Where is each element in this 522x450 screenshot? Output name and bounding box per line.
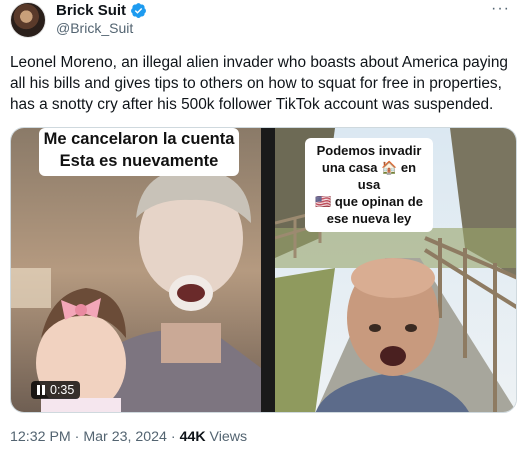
tweet-meta: 12:32 PM · Mar 23, 2024 · 44K Views [10, 429, 247, 445]
caption-line: Esta es nuevamente [59, 152, 219, 170]
caption-line: Podemos invadir [316, 143, 422, 158]
media-grid: Me cancelaron la cuenta Esta es nuevamen… [10, 127, 517, 413]
author-handle[interactable]: @Brick_Suit [56, 20, 133, 36]
avatar[interactable] [10, 2, 46, 38]
meta-separator: · [166, 429, 180, 445]
caption-line: ese nueva ley [326, 211, 412, 226]
views-label: Views [205, 429, 248, 445]
video-duration-badge: 0:35 [31, 381, 81, 399]
video-caption-right: Podemos invadir una casa 🏠 en usa 🇺🇸 que… [305, 138, 433, 232]
pause-icon [37, 385, 45, 395]
caption-line: una casa 🏠 en usa [321, 160, 417, 192]
tweet-time[interactable]: 12:32 PM [10, 429, 71, 445]
video-thumbnail-right[interactable]: Podemos invadir una casa 🏠 en usa 🇺🇸 que… [275, 128, 516, 412]
media-divider [261, 128, 275, 412]
video-duration: 0:35 [50, 383, 75, 397]
video-caption-left: Me cancelaron la cuenta Esta es nuevamen… [39, 128, 239, 176]
author-name-row: Brick Suit [56, 2, 147, 19]
author-display-name[interactable]: Brick Suit [56, 2, 126, 19]
tweet-text: Leonel Moreno, an illegal alien invader … [10, 54, 508, 113]
caption-line: Me cancelaron la cuenta [43, 130, 235, 148]
more-options-icon[interactable]: ··· [491, 0, 510, 18]
tweet-date[interactable]: Mar 23, 2024 [83, 429, 167, 445]
verified-badge-icon [131, 3, 146, 18]
meta-separator: · [70, 429, 84, 445]
video-thumbnail-left[interactable]: Me cancelaron la cuenta Esta es nuevamen… [11, 128, 261, 412]
views-count[interactable]: 44K [180, 429, 206, 445]
tweet-header: Brick Suit @Brick_Suit ··· [0, 0, 522, 42]
caption-line: 🇺🇸 que opinan de [315, 194, 423, 209]
